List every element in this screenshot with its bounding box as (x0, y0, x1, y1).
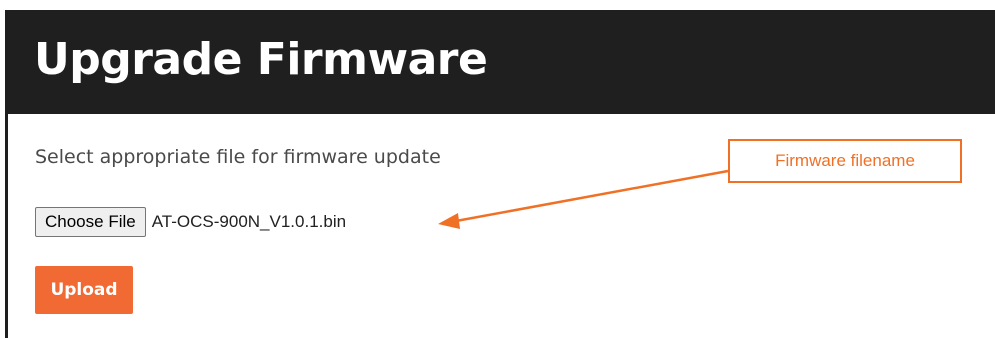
page-header: Upgrade Firmware (8, 10, 995, 114)
selected-filename: AT-OCS-900N_V1.0.1.bin (151, 212, 347, 231)
file-input[interactable]: Choose File AT-OCS-900N_V1.0.1.bin (35, 206, 346, 238)
choose-file-button[interactable]: Choose File (35, 207, 146, 237)
page-title: Upgrade Firmware (34, 34, 488, 85)
annotation-callout: Firmware filename (728, 139, 962, 183)
upload-button[interactable]: Upload (35, 266, 133, 314)
instruction-text: Select appropriate file for firmware upd… (35, 146, 441, 168)
